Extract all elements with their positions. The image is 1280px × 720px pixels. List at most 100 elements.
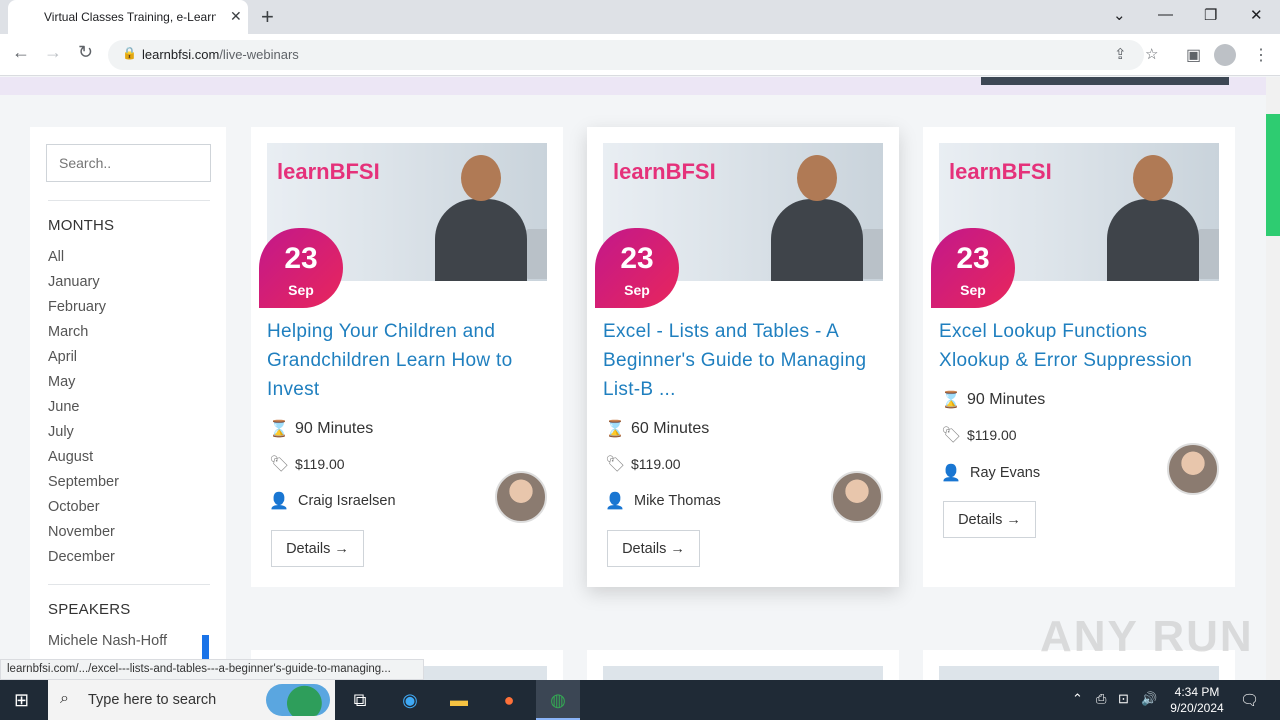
share-icon[interactable]: ⇪ <box>1114 45 1127 63</box>
tab-close-icon[interactable]: ✕ <box>230 8 242 25</box>
webinar-image[interactable] <box>603 666 883 680</box>
chrome-taskbar-button[interactable]: ◍ <box>536 680 580 720</box>
windows-start-icon[interactable]: ⊞ <box>14 690 29 711</box>
browser-tab-bar: Virtual Classes Training, e-Learni ✕ + ⌄… <box>0 0 1280 34</box>
details-button[interactable]: Details → <box>607 530 700 567</box>
learnbfsi-logo: learnBFSI <box>277 159 380 184</box>
month-filter-july[interactable]: July <box>48 424 74 440</box>
month-filter-april[interactable]: April <box>48 349 77 365</box>
reload-icon[interactable]: ↻ <box>78 42 93 63</box>
filter-sidebar: MONTHS All January February March April … <box>30 127 226 680</box>
minimize-icon[interactable]: — <box>1158 6 1173 23</box>
date-badge: 23 Sep <box>259 228 343 308</box>
browser-tab[interactable]: Virtual Classes Training, e-Learni ✕ <box>8 0 248 34</box>
clock-date: 9/20/2024 <box>1170 701 1224 715</box>
speaker-name: Craig Israelsen <box>298 493 396 509</box>
month-filter-december[interactable]: December <box>48 549 115 565</box>
speaker-filter-item[interactable]: Michele Nash-Hoff <box>48 633 167 649</box>
page-scrollbar-thumb[interactable] <box>1266 114 1280 236</box>
menu-icon[interactable]: ⋮ <box>1253 45 1269 65</box>
edge-icon[interactable]: ◉ <box>398 688 422 712</box>
browser-toolbar: ← → ↻ 🔒 learnbfsi.com/live-webinars ⇪ ☆ … <box>0 34 1280 76</box>
learnbfsi-logo: learnBFSI <box>613 159 716 184</box>
month-filter-october[interactable]: October <box>48 499 100 515</box>
link-status-bar: learnbfsi.com/.../excel---lists-and-tabl… <box>0 659 424 680</box>
month-filter-september[interactable]: September <box>48 474 119 490</box>
address-bar[interactable]: 🔒 learnbfsi.com/live-webinars ⇪ ☆ <box>108 40 1158 70</box>
month-filter-june[interactable]: June <box>48 399 79 415</box>
device-icon[interactable]: ⎙ <box>1096 691 1106 707</box>
date-month: Sep <box>288 282 314 298</box>
webinar-title-link[interactable]: Excel Lookup Functions Xlookup & Error S… <box>939 317 1219 375</box>
volume-icon[interactable]: 🔊 <box>1141 691 1157 707</box>
taskbar-search-text: Type here to search <box>88 692 217 708</box>
chrome-icon: ◍ <box>550 690 566 710</box>
month-filter-february[interactable]: February <box>48 299 106 315</box>
presenter-illustration <box>761 149 883 281</box>
date-month: Sep <box>624 282 650 298</box>
date-day: 23 <box>284 242 318 275</box>
price: $119.00 <box>631 456 681 472</box>
price: $119.00 <box>295 456 345 472</box>
speaker-name: Mike Thomas <box>634 493 721 509</box>
learnbfsi-logo: learnBFSI <box>949 159 1052 184</box>
date-day: 23 <box>620 242 654 275</box>
price-tag-icon: 🏷 <box>605 456 626 473</box>
duration: 90 Minutes <box>295 420 374 437</box>
details-button[interactable]: Details → <box>271 530 364 567</box>
taskbar-search[interactable]: ⌕ Type here to search <box>48 680 335 720</box>
price-tag-icon: 🏷 <box>941 427 962 444</box>
webinar-card: learnBFSI 23 Sep Excel - Lists and Table… <box>587 127 899 587</box>
price-tag-icon: 🏷 <box>269 456 290 473</box>
task-view-icon[interactable]: ⧉ <box>348 688 372 712</box>
details-button[interactable]: Details → <box>943 501 1036 538</box>
duration: 60 Minutes <box>631 420 710 437</box>
lock-icon[interactable]: 🔒 <box>122 46 137 60</box>
hourglass-icon: ⌛ <box>269 421 289 438</box>
firefox-icon[interactable]: ● <box>497 688 521 712</box>
webinar-image[interactable] <box>939 666 1219 680</box>
month-filter-august[interactable]: August <box>48 449 93 465</box>
speaker-name: Ray Evans <box>970 465 1041 481</box>
date-badge: 23 Sep <box>595 228 679 308</box>
anyrun-watermark: ANY RUN <box>1040 612 1254 661</box>
url-text[interactable]: learnbfsi.com/live-webinars <box>142 47 299 62</box>
price: $119.00 <box>967 427 1017 443</box>
profile-avatar[interactable] <box>1214 44 1236 66</box>
user-icon: 👤 <box>605 493 625 510</box>
tray-chevron-icon[interactable]: ⌃ <box>1072 691 1083 707</box>
system-clock[interactable]: 4:34 PM 9/20/2024 <box>1160 684 1234 716</box>
side-panel-icon[interactable]: ▣ <box>1186 45 1201 65</box>
month-filter-may[interactable]: May <box>48 374 75 390</box>
file-explorer-icon[interactable]: ▬ <box>447 688 471 712</box>
divider <box>48 584 210 585</box>
new-tab-icon[interactable]: + <box>261 4 274 30</box>
clock-time: 4:34 PM <box>1174 685 1220 699</box>
bookmark-star-icon[interactable]: ☆ <box>1145 45 1158 63</box>
webinar-card: learnBFSI 23 Sep Helping Your Children a… <box>251 127 563 587</box>
notifications-icon[interactable]: 🗨 <box>1240 691 1259 709</box>
speaker-avatar <box>831 471 883 523</box>
speakers-heading: SPEAKERS <box>48 601 131 618</box>
month-filter-january[interactable]: January <box>48 274 100 290</box>
restore-icon[interactable]: ❐ <box>1204 6 1217 24</box>
month-filter-all[interactable]: All <box>48 249 64 265</box>
date-day: 23 <box>956 242 990 275</box>
back-icon[interactable]: ← <box>12 42 30 63</box>
network-icon[interactable]: ⊡ <box>1118 691 1129 707</box>
webinar-card: learnBFSI 23 Sep Excel Lookup Functions … <box>923 127 1235 587</box>
date-month: Sep <box>960 282 986 298</box>
month-filter-november[interactable]: November <box>48 524 115 540</box>
duration: 90 Minutes <box>967 391 1046 408</box>
page-content: MONTHS All January February March April … <box>0 77 1266 680</box>
webinar-title-link[interactable]: Helping Your Children and Grandchildren … <box>267 317 547 404</box>
month-filter-march[interactable]: March <box>48 324 88 340</box>
forward-icon[interactable]: → <box>44 42 62 63</box>
close-window-icon[interactable]: ✕ <box>1250 6 1263 24</box>
search-input[interactable] <box>46 144 211 182</box>
webinar-title-link[interactable]: Excel - Lists and Tables - A Beginner's … <box>603 317 883 404</box>
user-icon: 👤 <box>269 493 289 510</box>
date-badge: 23 Sep <box>931 228 1015 308</box>
hourglass-icon: ⌛ <box>941 392 961 409</box>
tab-search-icon[interactable]: ⌄ <box>1113 6 1126 24</box>
